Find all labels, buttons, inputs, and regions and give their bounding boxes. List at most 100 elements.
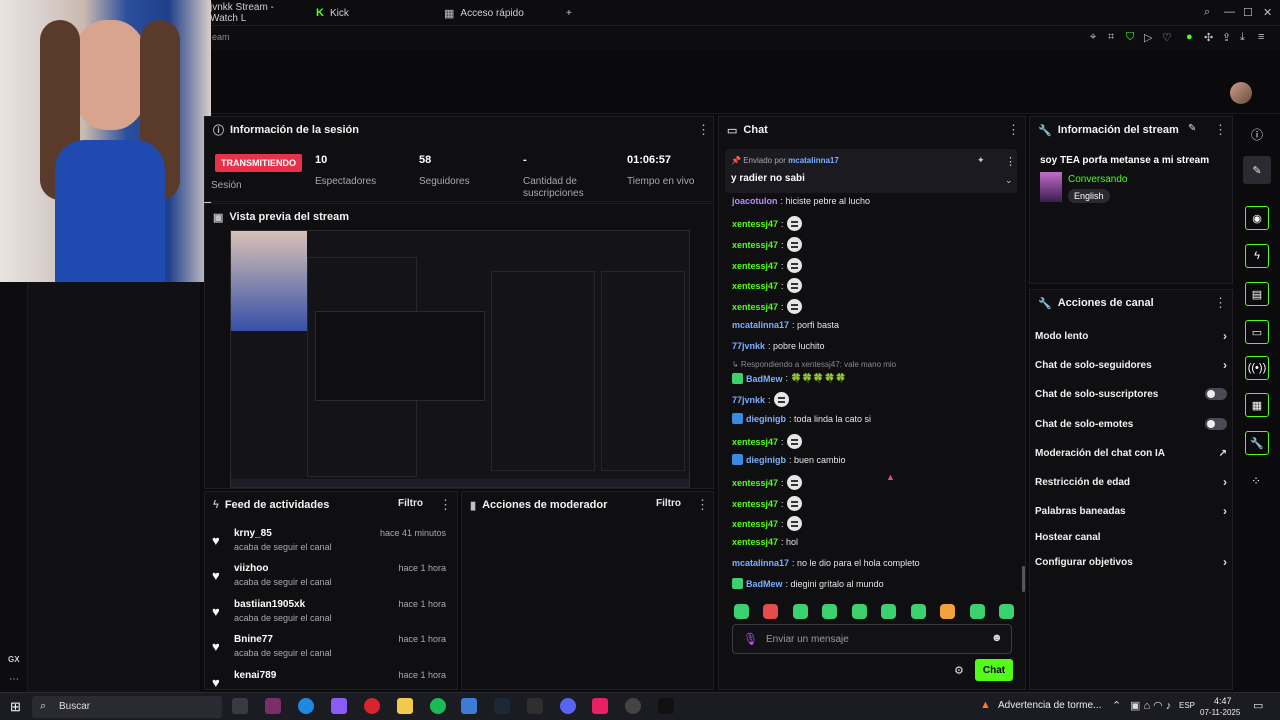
- document-rail-icon[interactable]: ▤: [1245, 282, 1269, 306]
- emote-icon[interactable]: [940, 604, 956, 619]
- session-menu-icon[interactable]: ⋮: [697, 122, 710, 138]
- chat-username[interactable]: xentessj47: [732, 219, 778, 229]
- chat-settings-icon[interactable]: ⚙: [954, 664, 964, 677]
- menu-icon[interactable]: ≡: [1258, 31, 1264, 43]
- file-explorer-icon[interactable]: [397, 698, 413, 714]
- share-icon[interactable]: ⇪: [1222, 31, 1231, 44]
- emoji-picker-icon[interactable]: ☻: [991, 632, 1003, 644]
- apps-rail-icon[interactable]: ⁘: [1251, 474, 1261, 488]
- chevron-up-icon[interactable]: ⌃: [1112, 699, 1121, 712]
- chat-username[interactable]: dieginigb: [746, 455, 786, 465]
- emotes-only-toggle[interactable]: [1205, 418, 1227, 430]
- bolt-rail-icon[interactable]: ϟ: [1245, 244, 1269, 268]
- chat-username[interactable]: xentessj47: [732, 519, 778, 529]
- emote-icon[interactable]: [910, 604, 926, 619]
- chat-username[interactable]: dieginigb: [746, 414, 786, 424]
- chat-rail-icon[interactable]: ▭: [1245, 320, 1269, 344]
- discord-icon[interactable]: [560, 698, 576, 714]
- configure-goals-item[interactable]: Configurar objetivos ›: [1035, 552, 1227, 572]
- tab-quick-access[interactable]: ▦ Acceso rápido: [444, 4, 554, 22]
- search-icon[interactable]: ⌕: [1204, 6, 1210, 19]
- layout-rail-icon[interactable]: ▦: [1245, 393, 1269, 417]
- followers-only-item[interactable]: Chat de solo-seguidores ›: [1035, 355, 1227, 375]
- edge-icon[interactable]: [298, 698, 314, 714]
- moderator-filter-button[interactable]: Filtro: [656, 498, 681, 509]
- chat-input[interactable]: 🎙 Enviar un mensaje ☻: [732, 624, 1012, 654]
- age-restriction-item[interactable]: Restricción de edad ›: [1035, 472, 1227, 492]
- task-view-icon[interactable]: [232, 698, 248, 714]
- emote-icon[interactable]: [881, 604, 897, 619]
- new-tab-button[interactable]: +: [566, 4, 580, 22]
- chat-username[interactable]: 77jvnkk: [732, 395, 765, 405]
- copilot-icon[interactable]: [331, 698, 347, 714]
- chat-username[interactable]: xentessj47: [732, 261, 778, 271]
- play-icon[interactable]: ▷: [1144, 31, 1152, 44]
- heart-icon[interactable]: ♡: [1162, 31, 1172, 44]
- more-icon[interactable]: ⋯: [9, 674, 19, 685]
- steam-icon[interactable]: [494, 698, 510, 714]
- pin-icon[interactable]: ⌖: [1090, 31, 1096, 44]
- subscribers-only-toggle[interactable]: [1205, 388, 1227, 400]
- chat-menu-icon[interactable]: ⋮: [1007, 122, 1020, 138]
- language-indicator[interactable]: ESP: [1179, 701, 1195, 710]
- pinned-menu-icon[interactable]: ⋮: [1005, 155, 1016, 168]
- avatar[interactable]: [1230, 82, 1252, 104]
- tray-icons[interactable]: ▣ ⌂ ◠ ♪: [1130, 699, 1171, 712]
- moderator-menu-icon[interactable]: ⋮: [696, 497, 709, 513]
- edit-icon[interactable]: ✎: [1188, 123, 1196, 134]
- chat-username[interactable]: xentessj47: [732, 281, 778, 291]
- emote-icon[interactable]: [822, 604, 838, 619]
- emote-icon[interactable]: [734, 604, 749, 619]
- chat-username[interactable]: xentessj47: [732, 537, 778, 547]
- chat-username[interactable]: mcatalinna17: [732, 320, 789, 330]
- stream-info-menu-icon[interactable]: ⋮: [1214, 122, 1227, 138]
- category-name[interactable]: Conversando: [1068, 174, 1127, 185]
- close-icon[interactable]: ✕: [1263, 6, 1272, 19]
- tab-stream[interactable]: jvnkk Stream - Watch L: [210, 2, 300, 24]
- tiktok-icon[interactable]: [658, 698, 674, 714]
- chat-username[interactable]: BadMew: [746, 579, 783, 589]
- tiktok-live-icon[interactable]: [592, 698, 608, 714]
- emote-icon[interactable]: [851, 604, 867, 619]
- weather-alert[interactable]: Advertencia de torme...: [998, 700, 1101, 711]
- windows-start-icon[interactable]: ⊞: [10, 699, 21, 715]
- tab-kick[interactable]: K Kick: [316, 4, 426, 22]
- crop-icon[interactable]: ⌗: [1108, 31, 1114, 44]
- shield-icon[interactable]: ⛉: [1126, 31, 1134, 44]
- chat-username[interactable]: mcatalinna17: [732, 558, 789, 568]
- store-icon[interactable]: [461, 698, 477, 714]
- feed-menu-icon[interactable]: ⋮: [439, 497, 452, 513]
- emote-icon[interactable]: [792, 604, 808, 619]
- notification-icon[interactable]: ▭: [1253, 699, 1263, 712]
- minimize-icon[interactable]: —: [1224, 6, 1235, 18]
- tools-rail-icon[interactable]: 🔧: [1245, 431, 1269, 455]
- puzzle-icon[interactable]: ✣: [1204, 31, 1213, 44]
- pin-icon[interactable]: ✦: [977, 155, 985, 166]
- taskbar-search[interactable]: ⌕ Buscar: [32, 696, 222, 718]
- pinned-message[interactable]: 📌 Enviado por mcatalinna17 y radier no s…: [725, 149, 1017, 193]
- broadcast-rail-icon[interactable]: ((•)): [1245, 356, 1269, 380]
- host-channel-item[interactable]: Hostear canal: [1035, 527, 1227, 547]
- chat-username[interactable]: xentessj47: [732, 437, 778, 447]
- chat-username[interactable]: xentessj47: [732, 499, 778, 509]
- epic-games-icon[interactable]: [527, 698, 543, 714]
- obs-icon[interactable]: [625, 698, 641, 714]
- maximize-icon[interactable]: ☐: [1243, 6, 1253, 19]
- spotify-icon[interactable]: [430, 698, 446, 714]
- emote-icon[interactable]: [998, 604, 1014, 619]
- emote-icon[interactable]: [763, 604, 779, 619]
- emote-icon[interactable]: [969, 604, 985, 619]
- chat-username[interactable]: xentessj47: [732, 302, 778, 312]
- ai-moderation-item[interactable]: Moderación del chat con IA ↗: [1035, 443, 1227, 463]
- stream-preview-video[interactable]: [230, 230, 690, 488]
- camera-rail-icon[interactable]: ◉: [1245, 206, 1269, 230]
- chat-username[interactable]: BadMew: [746, 374, 783, 384]
- app-icon[interactable]: [265, 698, 281, 714]
- slow-mode-item[interactable]: Modo lento ›: [1035, 326, 1227, 346]
- feed-filter-button[interactable]: Filtro: [398, 498, 423, 509]
- chat-username[interactable]: joacotulon: [732, 196, 778, 206]
- opera-gx-icon[interactable]: [364, 698, 380, 714]
- chat-username[interactable]: 77jvnkk: [732, 341, 765, 351]
- chat-username[interactable]: xentessj47: [732, 240, 778, 250]
- chevron-down-icon[interactable]: ⌄: [1005, 175, 1013, 186]
